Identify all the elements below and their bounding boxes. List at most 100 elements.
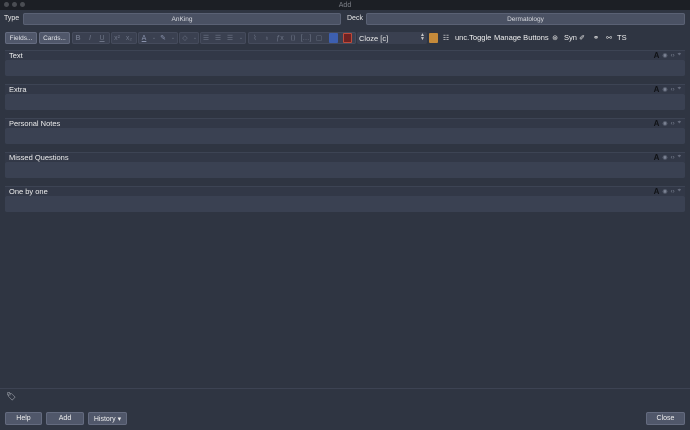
close-button[interactable]: Close — [646, 412, 685, 425]
field-header — [5, 118, 685, 128]
field-header — [5, 50, 685, 60]
zoom-window-icon[interactable] — [20, 2, 25, 7]
field-input[interactable] — [5, 196, 685, 212]
field-label: Missed Questions — [9, 153, 69, 162]
code-icon[interactable]: ‹› — [671, 189, 675, 195]
note-type-button[interactable]: AnKing — [23, 13, 341, 25]
eye-icon[interactable]: ◉ — [662, 154, 667, 161]
field-input[interactable] — [5, 94, 685, 110]
pin-icon[interactable]: ⌖ — [678, 52, 681, 59]
record-icon[interactable]: ♁ — [262, 33, 272, 43]
eraser-dropdown-icon[interactable]: ⌄ — [190, 33, 200, 43]
pin-icon[interactable]: ⌖ — [678, 86, 681, 93]
pin-icon[interactable]: ⌖ — [678, 154, 681, 161]
deck-label: Deck — [347, 15, 363, 22]
flag-icon[interactable] — [343, 33, 352, 43]
minimize-window-icon[interactable] — [12, 2, 17, 7]
field-header — [5, 152, 685, 162]
field-input[interactable] — [5, 60, 685, 76]
code-icon[interactable]: ‹› — [671, 155, 675, 161]
cards-button[interactable]: Cards... — [39, 32, 70, 44]
history-button[interactable]: History ▾ — [88, 412, 127, 425]
attach-icon[interactable]: ⌇ — [250, 33, 260, 43]
font-icon[interactable]: A — [654, 119, 660, 128]
field-text: Text A ◉ ‹› ⌖ — [5, 50, 685, 76]
link-icon[interactable]: ⚭ — [591, 33, 601, 43]
font-icon[interactable]: A — [654, 85, 660, 94]
field-icons: A ◉ ‹› ⌖ — [654, 187, 681, 196]
tag-editor[interactable] — [0, 388, 690, 400]
editor-toolbar: Fields... Cards... B I U x² x₂ A ⌄ ✎ ⌄ ◇… — [0, 31, 690, 46]
html-icon[interactable]: ⟨⟩ — [288, 33, 298, 43]
eye-icon[interactable]: ◉ — [662, 52, 667, 59]
tag-icon[interactable]: 🏷︎ — [6, 392, 16, 401]
code-icon[interactable]: ‹› — [671, 87, 675, 93]
indent-icon[interactable]: ☰ — [225, 33, 235, 43]
eye-icon[interactable]: ◉ — [662, 188, 667, 195]
eye-icon[interactable]: ◉ — [662, 120, 667, 127]
syn-button[interactable]: Syn — [564, 33, 577, 42]
code-icon[interactable]: ‹› — [671, 53, 675, 59]
type-label: Type — [4, 15, 20, 22]
select-arrows-icon: ▲ ▼ — [420, 32, 425, 42]
font-icon[interactable]: A — [654, 51, 660, 60]
help-button[interactable]: Help — [5, 412, 42, 425]
ts-button[interactable]: TS — [617, 33, 627, 42]
unordered-list-icon[interactable]: ☰ — [201, 33, 211, 43]
superscript-icon[interactable]: x² — [112, 33, 122, 43]
pin-icon[interactable]: ⌖ — [678, 188, 681, 195]
unlink-icon[interactable]: ⚯ — [604, 33, 614, 43]
swirl-icon[interactable]: ⊛ — [550, 33, 560, 43]
addon-cloze-icon[interactable] — [429, 33, 438, 43]
field-label: Personal Notes — [9, 119, 61, 128]
field-input[interactable] — [5, 128, 685, 144]
window-controls[interactable] — [4, 2, 25, 7]
code-icon[interactable]: ‹› — [671, 121, 675, 127]
field-icons: A ◉ ‹› ⌖ — [654, 51, 681, 60]
edit-icon[interactable]: ✐ — [577, 33, 587, 43]
ordered-list-icon[interactable]: ☰ — [213, 33, 223, 43]
eye-icon[interactable]: ◉ — [662, 86, 667, 93]
add-button[interactable]: Add — [46, 412, 84, 425]
field-missed-questions: Missed Questions A ◉ ‹› ⌖ — [5, 152, 685, 178]
highlight-dropdown-icon[interactable]: ⌄ — [168, 33, 178, 43]
list-dropdown-icon[interactable]: ⌄ — [236, 33, 246, 43]
field-label: Text — [9, 51, 23, 60]
cloze-icon[interactable]: […] — [301, 33, 312, 43]
field-extra: Extra A ◉ ‹› ⌖ — [5, 84, 685, 110]
underline-icon[interactable]: U — [97, 33, 107, 43]
image-occlusion-icon[interactable] — [329, 33, 338, 43]
list-format-icon[interactable]: ☷ — [441, 33, 451, 43]
window-title: Add — [338, 1, 352, 9]
field-label: Extra — [9, 85, 27, 94]
window-titlebar: Add — [0, 0, 690, 10]
field-header — [5, 84, 685, 94]
fields-button[interactable]: Fields... — [5, 32, 37, 44]
bold-icon[interactable]: B — [73, 33, 83, 43]
field-icons: A ◉ ‹› ⌖ — [654, 153, 681, 162]
text-color-icon[interactable]: A — [139, 33, 149, 43]
font-icon[interactable]: A — [654, 187, 660, 196]
mathjax-icon[interactable]: ƒx — [275, 33, 285, 43]
unc-toggle-button[interactable]: unc.Toggle — [455, 33, 491, 42]
field-one-by-one: One by one A ◉ ‹› ⌖ — [5, 186, 685, 212]
field-icons: A ◉ ‹› ⌖ — [654, 119, 681, 128]
pin-icon[interactable]: ⌖ — [678, 120, 681, 127]
font-icon[interactable]: A — [654, 153, 660, 162]
subscript-icon[interactable]: x₂ — [124, 33, 134, 43]
deck-button[interactable]: Dermatology — [366, 13, 685, 25]
field-header — [5, 186, 685, 196]
eraser-icon[interactable]: ◇ — [180, 33, 190, 43]
close-window-icon[interactable] — [4, 2, 9, 7]
field-label: One by one — [9, 187, 48, 196]
highlight-icon[interactable]: ✎ — [158, 33, 168, 43]
field-input[interactable] — [5, 162, 685, 178]
bracket-icon[interactable]: ▢ — [314, 33, 324, 43]
cloze-select-value: Cloze [c] — [359, 33, 389, 43]
italic-icon[interactable]: I — [85, 33, 95, 43]
field-icons: A ◉ ‹› ⌖ — [654, 85, 681, 94]
type-deck-row: Type AnKing Deck Dermatology — [0, 13, 690, 26]
field-personal-notes: Personal Notes A ◉ ‹› ⌖ — [5, 118, 685, 144]
manage-buttons-button[interactable]: Manage Buttons — [494, 33, 549, 42]
cloze-select[interactable]: Cloze [c] ▲ ▼ — [357, 32, 427, 44]
